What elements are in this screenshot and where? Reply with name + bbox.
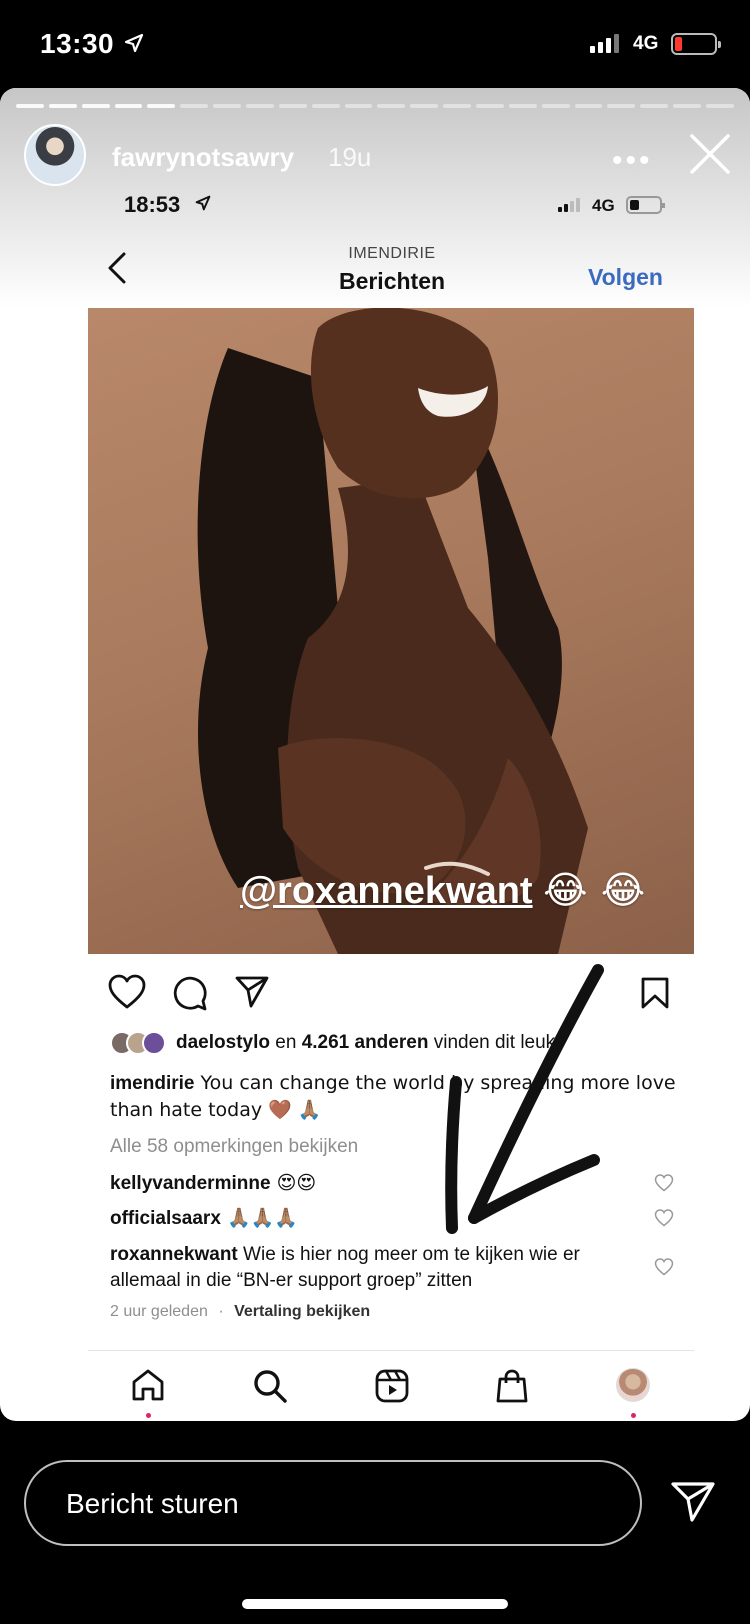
send-icon[interactable] [670,1480,716,1524]
location-arrow-icon [124,33,144,53]
status-bar: 13:30 4G [0,0,750,88]
reply-placeholder: Bericht sturen [66,1488,239,1519]
story-card[interactable]: fawrynotsawry 19u ••• 18:53 4G IMENDIRIE… [0,88,750,1421]
signal-icon [590,34,619,53]
battery-icon [671,33,721,55]
drawn-arrow-annotation [445,964,604,1234]
home-indicator [242,1599,508,1609]
status-time: 13:30 [40,28,115,59]
reply-input[interactable]: Bericht sturen [24,1460,642,1546]
network-type: 4G [633,33,659,54]
